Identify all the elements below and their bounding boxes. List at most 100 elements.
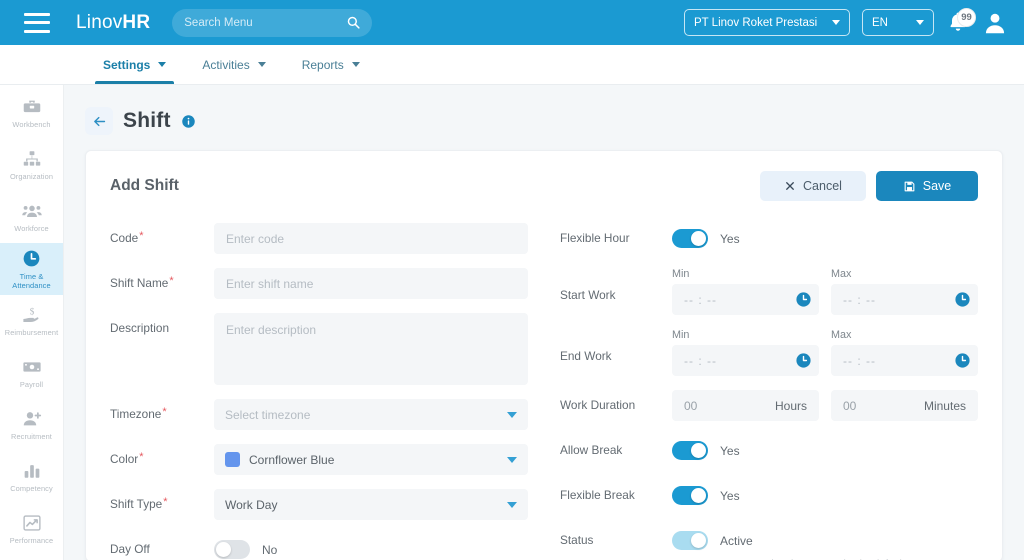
- status-field-wrap: Active New entry to master data is set t…: [672, 525, 978, 560]
- start-work-max-timefield[interactable]: -- : --: [831, 284, 978, 315]
- field-row-work-duration: Work Duration 00 Hours 00 Minutes: [560, 390, 978, 421]
- code-input[interactable]: [214, 223, 528, 254]
- hamburger-menu-icon[interactable]: [24, 12, 50, 33]
- top-bar-right: PT Linov Roket Prestasi EN 99: [684, 7, 1008, 36]
- day-off-toggle[interactable]: [214, 540, 250, 559]
- end-work-field-wrap: Min -- : -- Max --: --: [672, 329, 978, 376]
- day-off-toggle-row: No: [214, 534, 528, 560]
- sidebar-item-label: Payroll: [19, 380, 44, 390]
- cancel-button[interactable]: Cancel: [760, 171, 866, 201]
- end-work-min-timefield[interactable]: -- : --: [672, 345, 819, 376]
- sidebar-item-workforce[interactable]: Workforce: [0, 191, 63, 243]
- allow-break-field-wrap: Yes: [672, 435, 978, 466]
- line-chart-icon: [20, 512, 44, 534]
- sidebar-item-payroll[interactable]: Payroll: [0, 347, 63, 399]
- sidebar-item-workbench[interactable]: Workbench: [0, 87, 63, 139]
- start-work-label-text: Start Work: [560, 288, 616, 302]
- start-work-min-label: Min: [672, 268, 690, 280]
- flexible-hour-field-wrap: Yes: [672, 223, 978, 254]
- sidebar-item-reimbursement[interactable]: $ Reimbursement: [0, 295, 63, 347]
- clock-icon[interactable]: [954, 352, 971, 369]
- start-work-min-cell: Min -- : --: [672, 268, 819, 315]
- sidebar-item-label: Competency: [10, 484, 53, 494]
- sidebar-item-organization[interactable]: Organization: [0, 139, 63, 191]
- flexible-hour-state-text: Yes: [720, 231, 740, 246]
- nav-tab-settings[interactable]: Settings: [85, 45, 184, 84]
- search-box[interactable]: [172, 8, 373, 37]
- description-textarea[interactable]: [214, 313, 528, 385]
- shift-name-input[interactable]: [214, 268, 528, 299]
- brand-logo[interactable]: LinovHR: [76, 12, 150, 34]
- notifications-button[interactable]: 99: [946, 7, 976, 36]
- shift-type-field-wrap: Work Day: [214, 489, 528, 520]
- brand-name-bold: HR: [122, 11, 151, 33]
- flexible-hour-toggle[interactable]: [672, 229, 708, 248]
- flexible-hour-label: Flexible Hour: [560, 223, 672, 245]
- clock-icon[interactable]: [954, 291, 971, 308]
- toggle-knob: [691, 488, 706, 503]
- end-work-max-cell: Max -- : --: [831, 329, 978, 376]
- back-button[interactable]: [85, 107, 113, 135]
- sidebar-item-label: Recruitment: [11, 432, 52, 442]
- allow-break-label: Allow Break: [560, 435, 672, 457]
- banknote-icon: [20, 356, 44, 378]
- code-label-text: Code: [110, 231, 139, 245]
- status-toggle[interactable]: [672, 531, 708, 550]
- timezone-label: Timezone*: [110, 399, 214, 421]
- shift-name-label: Shift Name*: [110, 268, 214, 290]
- end-work-max-timefield[interactable]: -- : --: [831, 345, 978, 376]
- save-button[interactable]: Save: [876, 171, 978, 201]
- start-work-field-wrap: Min -- : -- Max --: --: [672, 268, 978, 315]
- nav-tab-reports[interactable]: Reports: [284, 45, 378, 84]
- allow-break-toggle[interactable]: [672, 441, 708, 460]
- shift-type-label: Shift Type*: [110, 489, 214, 511]
- shift-type-label-text: Shift Type: [110, 497, 163, 511]
- flexible-break-field-wrap: Yes: [672, 480, 978, 511]
- form-column-left: Code* Shift Name*: [110, 223, 528, 560]
- info-icon[interactable]: [181, 114, 196, 129]
- sidebar-item-competency[interactable]: Competency: [0, 451, 63, 503]
- language-selector[interactable]: EN: [862, 9, 934, 36]
- flexible-break-state-text: Yes: [720, 488, 740, 503]
- page-header: Shift: [85, 107, 1003, 135]
- cancel-button-label: Cancel: [803, 179, 842, 193]
- field-row-day-off: Day Off No: [110, 534, 528, 560]
- form-column-right: Flexible Hour Yes Start Work Min --: --…: [560, 223, 978, 560]
- field-row-allow-break: Allow Break Yes: [560, 435, 978, 466]
- status-label: Status: [560, 525, 672, 547]
- start-work-min-timefield[interactable]: -- : --: [672, 284, 819, 315]
- sidebar-item-recruitment[interactable]: Recruitment: [0, 399, 63, 451]
- toggle-knob: [691, 533, 706, 548]
- work-duration-hours-field[interactable]: 00 Hours: [672, 390, 819, 421]
- bar-chart-icon: [20, 460, 44, 482]
- field-row-code: Code*: [110, 223, 528, 254]
- allow-break-state-text: Yes: [720, 443, 740, 458]
- nav-tab-settings-label: Settings: [103, 57, 151, 72]
- sidebar-item-time-attendance[interactable]: Time & Attendance: [0, 243, 63, 295]
- toggle-knob: [691, 231, 706, 246]
- work-duration-minutes-suffix: Minutes: [923, 398, 966, 413]
- start-work-max-label: Max: [831, 268, 852, 280]
- shift-type-select[interactable]: Work Day: [214, 489, 528, 520]
- company-selector-value: PT Linov Roket Prestasi: [694, 16, 818, 29]
- avatar[interactable]: [982, 10, 1008, 36]
- nav-tab-activities-label: Activities: [202, 57, 250, 72]
- work-duration-minutes-field[interactable]: 00 Minutes: [831, 390, 978, 421]
- field-row-shift-type: Shift Type* Work Day: [110, 489, 528, 520]
- chevron-down-icon: [507, 456, 517, 463]
- clock-icon[interactable]: [795, 291, 812, 308]
- clock-icon[interactable]: [795, 352, 812, 369]
- search-icon[interactable]: [347, 16, 360, 29]
- company-selector[interactable]: PT Linov Roket Prestasi: [684, 9, 850, 36]
- search-input[interactable]: [184, 16, 348, 29]
- required-marker: *: [139, 230, 144, 242]
- status-toggle-row: Active: [672, 525, 978, 556]
- app-root: LinovHR PT Linov Roket Prestasi EN: [0, 0, 1024, 560]
- nav-tab-activities[interactable]: Activities: [184, 45, 283, 84]
- color-select[interactable]: Cornflower Blue: [214, 444, 528, 475]
- flexible-break-toggle[interactable]: [672, 486, 708, 505]
- sidebar-item-label: Performance: [9, 536, 54, 546]
- timezone-select[interactable]: Select timezone: [214, 399, 528, 430]
- sidebar-item-performance[interactable]: Performance: [0, 503, 63, 555]
- start-work-label: Start Work: [560, 268, 672, 302]
